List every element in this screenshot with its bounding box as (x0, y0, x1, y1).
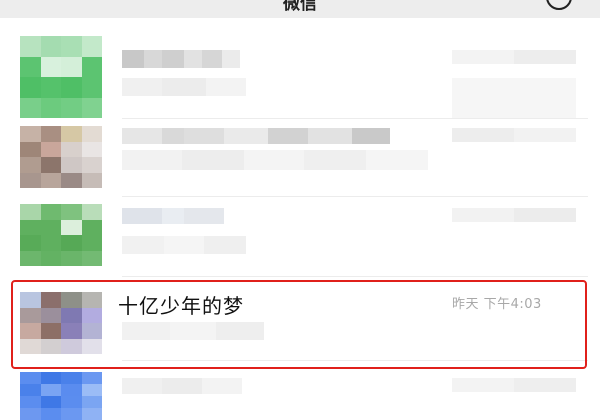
chat-avatar[interactable] (20, 126, 102, 188)
chat-time-blurred (452, 50, 576, 64)
highlight-box (11, 280, 587, 369)
row-divider (122, 196, 588, 197)
page-title: 微信 (283, 0, 317, 14)
chat-time-blurred (452, 128, 576, 142)
chat-preview-blurred (122, 78, 246, 96)
row-divider (122, 118, 588, 119)
chat-avatar[interactable] (20, 372, 102, 420)
header-bar: 微信 (0, 0, 600, 18)
row-divider (122, 276, 588, 277)
chat-name-blurred (122, 378, 242, 394)
chat-name-blurred (122, 208, 224, 224)
chat-time-blurred (452, 378, 576, 392)
chat-avatar[interactable] (20, 36, 102, 118)
chat-preview-blurred (122, 236, 246, 254)
chat-time-blurred (452, 208, 576, 222)
chat-avatar[interactable] (20, 204, 102, 266)
chat-meta-blurred (452, 78, 576, 118)
chat-preview-blurred (122, 150, 428, 170)
chat-name-blurred (122, 50, 240, 68)
chat-name-blurred (122, 128, 390, 144)
